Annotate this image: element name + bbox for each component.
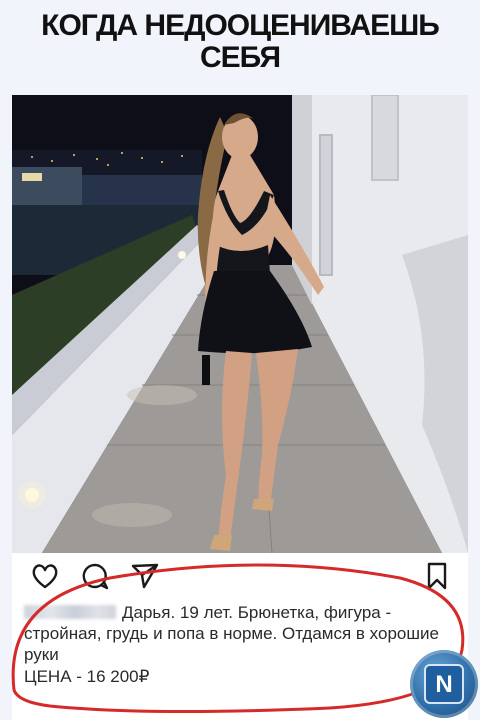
meme-title-line-2: СЕБЯ: [199, 41, 281, 74]
comment-button[interactable]: [80, 561, 110, 591]
post-caption: Дарья. 19 лет. Брюнетка, фигура - стройн…: [24, 602, 464, 687]
bookmark-button[interactable]: [422, 561, 452, 591]
comment-icon: [82, 563, 109, 590]
post-photo-illustration: [12, 95, 468, 553]
like-button[interactable]: [30, 561, 60, 591]
share-icon: [131, 563, 159, 589]
post-photo[interactable]: [12, 95, 468, 553]
blurred-username: [24, 605, 116, 619]
post-actions-bar: [12, 561, 468, 591]
meme-title: КОГДА НЕДООЦЕНИВАЕШЬ СЕБЯ: [0, 10, 480, 74]
heart-icon: [32, 564, 58, 589]
meme-title-line-1: КОГДА НЕДООЦЕНИВАЕШЬ: [41, 9, 440, 42]
price-text: ЦЕНА - 16 200₽: [24, 667, 150, 686]
share-button[interactable]: [130, 561, 160, 591]
watermark-letter: N: [435, 671, 453, 698]
instagram-post: Дарья. 19 лет. Брюнетка, фигура - стройн…: [12, 95, 468, 720]
watermark-logo: N: [410, 650, 478, 718]
watermark-badge: N: [424, 664, 464, 704]
bookmark-icon: [427, 562, 447, 590]
